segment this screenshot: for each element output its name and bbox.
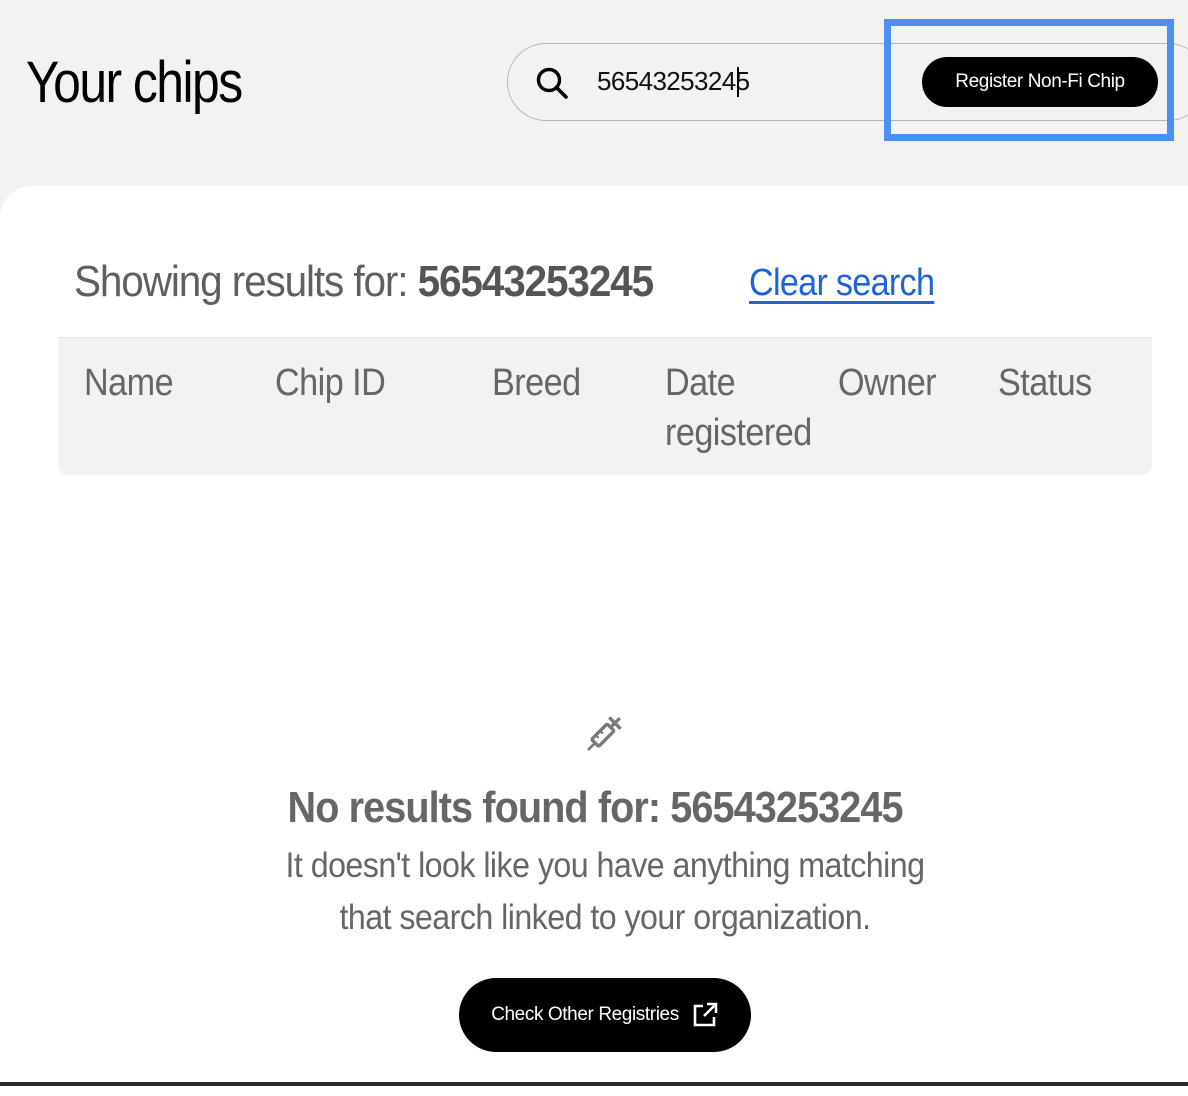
column-header-chip-id[interactable]: Chip ID — [275, 358, 386, 408]
results-prefix: Showing results for: — [74, 257, 409, 306]
column-header-date-registered[interactable]: Date registered — [665, 358, 812, 458]
results-summary: Showing results for: 56543253245 — [74, 255, 655, 309]
results-panel — [0, 186, 1188, 1096]
table-header — [58, 338, 1152, 475]
page-title: Your chips — [26, 50, 243, 115]
column-header-name[interactable]: Name — [84, 358, 174, 408]
register-non-fi-chip-button[interactable]: Register Non-Fi Chip — [922, 57, 1158, 107]
empty-state-title: No results found for: 56543253245 — [287, 783, 904, 832]
search-icon — [536, 67, 568, 99]
clear-search-link[interactable]: Clear search — [749, 258, 935, 308]
results-query: 56543253245 — [417, 257, 655, 306]
external-link-icon — [693, 1002, 718, 1027]
column-header-owner[interactable]: Owner — [838, 358, 937, 408]
check-other-registries-label: Check Other Registries — [491, 1004, 679, 1025]
column-header-status[interactable]: Status — [998, 358, 1092, 408]
column-header-breed[interactable]: Breed — [492, 358, 581, 408]
search-input[interactable] — [597, 60, 897, 102]
empty-state-message: It doesn't look like you have anything m… — [285, 846, 925, 937]
syringe-icon — [587, 716, 622, 751]
text-caret — [737, 67, 739, 97]
bottom-edge — [0, 1082, 1188, 1086]
check-other-registries-button[interactable]: Check Other Registries — [459, 978, 751, 1052]
